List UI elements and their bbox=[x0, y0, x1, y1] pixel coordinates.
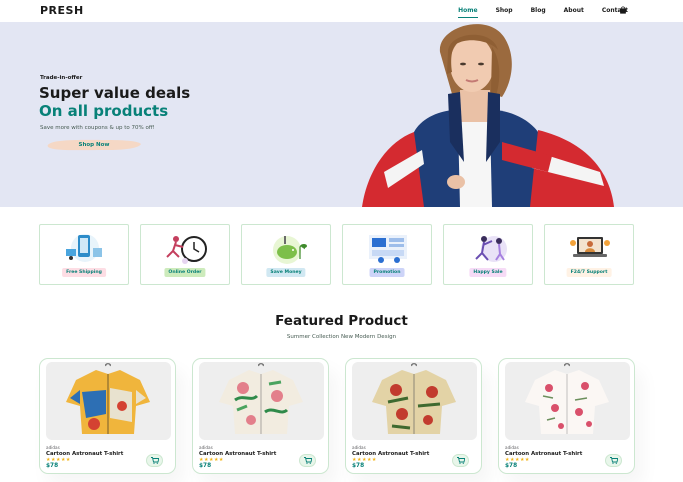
nav-shop[interactable]: Shop bbox=[496, 7, 513, 14]
phone-shipping-illustration-icon bbox=[66, 234, 102, 262]
cart-icon bbox=[609, 457, 618, 464]
shirt-image bbox=[372, 363, 456, 434]
product-image bbox=[505, 362, 630, 440]
product-brand: adidas bbox=[46, 445, 60, 450]
logo[interactable]: PRESH bbox=[40, 4, 84, 17]
shirt-image bbox=[525, 363, 609, 434]
piggy-bank-illustration-icon bbox=[273, 236, 307, 264]
shop-now-button[interactable]: Shop Now bbox=[46, 138, 142, 152]
feature-online-order[interactable]: Online Order bbox=[140, 224, 230, 285]
hero-subtitle: Save more with coupons & up to 70% off! bbox=[40, 125, 155, 131]
product-image bbox=[46, 362, 171, 440]
product-price: $78 bbox=[352, 463, 365, 469]
add-to-cart-button[interactable] bbox=[146, 454, 163, 467]
feature-label: Happy Sale bbox=[469, 268, 507, 277]
site-header: PRESH Home Shop Blog About Contact bbox=[0, 0, 683, 22]
product-image bbox=[352, 362, 477, 440]
feature-label: Online Order bbox=[164, 268, 206, 277]
feature-label: F24/7 Support bbox=[566, 268, 612, 277]
feature-label: Free Shipping bbox=[62, 268, 106, 277]
clock-runner-illustration-icon bbox=[166, 236, 207, 264]
hero-banner: Trade-in-offer Super value deals On all … bbox=[0, 22, 683, 207]
featured-title: Featured Product bbox=[275, 313, 408, 329]
feature-promotion[interactable]: Promotion bbox=[342, 224, 432, 285]
feature-label: Save Money bbox=[266, 268, 306, 277]
main-nav: Home Shop Blog About Contact bbox=[440, 7, 628, 18]
shirt-image bbox=[66, 363, 150, 434]
cart-icon bbox=[456, 457, 465, 464]
cart-icon bbox=[150, 457, 159, 464]
product-price: $78 bbox=[505, 463, 518, 469]
product-card[interactable]: adidas Cartoon Astronaut T-shirt ★★★★★ $… bbox=[39, 358, 176, 474]
product-card[interactable]: adidas Cartoon Astronaut T-shirt ★★★★★ $… bbox=[498, 358, 635, 474]
add-to-cart-button[interactable] bbox=[299, 454, 316, 467]
product-brand: adidas bbox=[505, 445, 519, 450]
product-brand: adidas bbox=[352, 445, 366, 450]
cart-icon bbox=[303, 457, 312, 464]
feature-free-shipping[interactable]: Free Shipping bbox=[39, 224, 129, 285]
hero-title-accent: On all products bbox=[39, 102, 169, 120]
happy-sale-illustration-icon bbox=[475, 236, 507, 262]
feature-label: Promotion bbox=[369, 268, 405, 277]
nav-blog[interactable]: Blog bbox=[531, 7, 546, 14]
product-card[interactable]: adidas Cartoon Astronaut T-shirt ★★★★★ $… bbox=[192, 358, 329, 474]
product-card[interactable]: adidas Cartoon Astronaut T-shirt ★★★★★ $… bbox=[345, 358, 482, 474]
feature-boxes: Free Shipping Online Order Save Money Pr… bbox=[39, 224, 635, 285]
add-to-cart-button[interactable] bbox=[452, 454, 469, 467]
hero-model-image bbox=[362, 24, 614, 207]
product-image bbox=[199, 362, 324, 440]
feature-support[interactable]: F24/7 Support bbox=[544, 224, 634, 285]
feature-happy-sale[interactable]: Happy Sale bbox=[443, 224, 533, 285]
add-to-cart-button[interactable] bbox=[605, 454, 622, 467]
product-price: $78 bbox=[199, 463, 212, 469]
product-price: $78 bbox=[46, 463, 59, 469]
support-laptop-illustration-icon bbox=[570, 237, 610, 257]
nav-home[interactable]: Home bbox=[458, 7, 479, 18]
promotion-board-illustration-icon bbox=[369, 235, 407, 263]
hero-kicker: Trade-in-offer bbox=[40, 75, 83, 81]
shop-now-label: Shop Now bbox=[78, 142, 110, 148]
bag-icon[interactable] bbox=[619, 6, 627, 14]
product-brand: adidas bbox=[199, 445, 213, 450]
feature-save-money[interactable]: Save Money bbox=[241, 224, 331, 285]
featured-subtitle: Summer Collection New Modern Design bbox=[286, 334, 397, 340]
hero-title: Super value deals bbox=[39, 84, 191, 102]
nav-about[interactable]: About bbox=[564, 7, 584, 14]
shirt-image bbox=[219, 363, 303, 434]
